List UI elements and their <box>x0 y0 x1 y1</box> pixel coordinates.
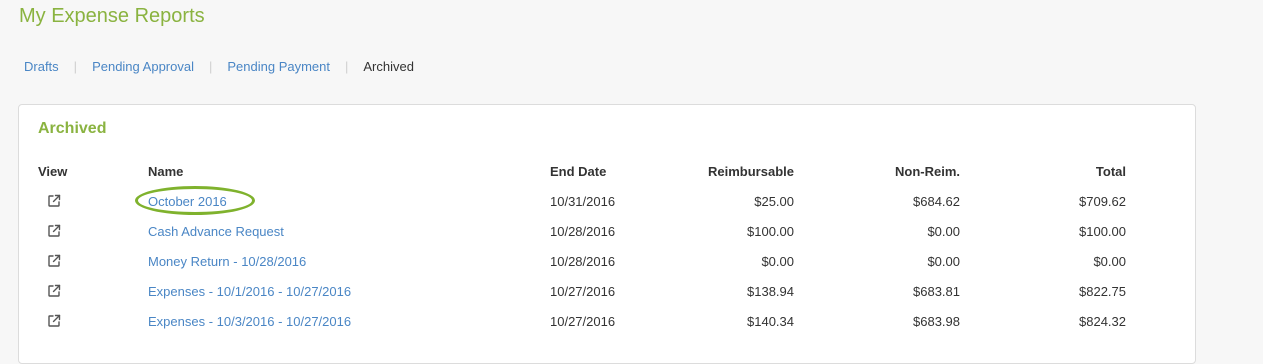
column-header-total: Total <box>1095 164 1126 179</box>
total-amount: $824.32 <box>1079 314 1126 329</box>
external-link-icon[interactable] <box>46 283 62 299</box>
reimbursable-amount: $100.00 <box>747 224 794 239</box>
end-date: 10/31/2016 <box>550 194 616 209</box>
panel-title: Archived <box>38 120 107 137</box>
total-amount: $100.00 <box>1079 224 1126 239</box>
page-title: My Expense Reports <box>19 5 205 27</box>
reimbursable-amount: $140.34 <box>747 314 794 329</box>
total-amount: $709.62 <box>1079 194 1126 209</box>
external-link-icon[interactable] <box>46 253 62 269</box>
non-reim-amount: $683.98 <box>913 314 960 329</box>
table-row: Money Return - 10/28/2016 10/28/2016 $0.00… <box>19 247 1195 277</box>
tab-drafts[interactable]: Drafts <box>24 59 59 74</box>
non-reim-amount: $0.00 <box>927 254 960 269</box>
tab-pending-approval[interactable]: Pending Approval <box>92 59 194 74</box>
tab-archived[interactable]: Archived <box>363 59 414 74</box>
end-date: 10/28/2016 <box>550 254 616 269</box>
tab-separator: | <box>73 59 78 74</box>
table-row: Cash Advance Request 10/28/2016 $100.00 $0.… <box>19 217 1195 247</box>
end-date: 10/27/2016 <box>550 284 616 299</box>
column-header-view: View <box>38 164 68 179</box>
non-reim-amount: $683.81 <box>913 284 960 299</box>
archived-reports-panel: Archived View Name End Date Reimbursable… <box>18 104 1196 364</box>
table-row: October 2016 10/31/2016 $25.00 $684.62 $709.… <box>19 187 1195 217</box>
report-status-tabs: Drafts | Pending Approval | Pending Paym… <box>24 59 414 74</box>
column-header-name: Name <box>148 164 184 179</box>
report-name-link[interactable]: October 2016 <box>148 194 227 209</box>
external-link-icon[interactable] <box>46 223 62 239</box>
report-name-link[interactable]: Cash Advance Request <box>148 224 284 239</box>
external-link-icon[interactable] <box>46 193 62 209</box>
tab-pending-payment[interactable]: Pending Payment <box>227 59 330 74</box>
table-row: Expenses - 10/1/2016 - 10/27/2016 10/27/2… <box>19 277 1195 307</box>
report-name-link[interactable]: Expenses - 10/1/2016 - 10/27/2016 <box>148 284 351 299</box>
non-reim-amount: $0.00 <box>927 224 960 239</box>
reimbursable-amount: $25.00 <box>754 194 794 209</box>
reimbursable-amount: $0.00 <box>761 254 794 269</box>
column-header-non-reim: Non-Reim. <box>895 164 960 179</box>
end-date: 10/28/2016 <box>550 224 616 239</box>
non-reim-amount: $684.62 <box>913 194 960 209</box>
report-name-link[interactable]: Expenses - 10/3/2016 - 10/27/2016 <box>148 314 351 329</box>
end-date: 10/27/2016 <box>550 314 616 329</box>
column-header-end-date: End Date <box>550 164 607 179</box>
reimbursable-amount: $138.94 <box>747 284 794 299</box>
tab-separator: | <box>208 59 213 74</box>
total-amount: $822.75 <box>1079 284 1126 299</box>
table-row: Expenses - 10/3/2016 - 10/27/2016 10/27/2… <box>19 307 1195 337</box>
external-link-icon[interactable] <box>46 313 62 329</box>
tab-separator: | <box>345 59 349 74</box>
total-amount: $0.00 <box>1093 254 1126 269</box>
column-header-reimbursable: Reimbursable <box>708 164 794 179</box>
report-name-link[interactable]: Money Return - 10/28/2016 <box>148 254 306 269</box>
